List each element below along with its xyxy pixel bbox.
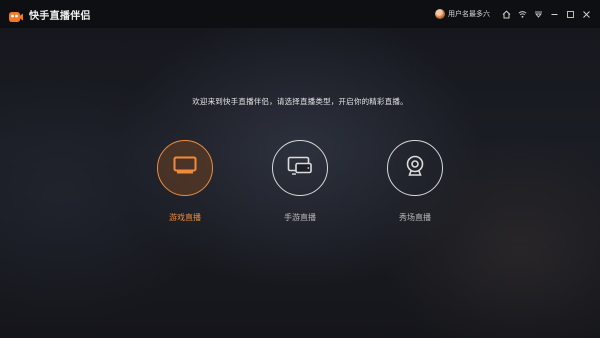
webcam-icon: [405, 155, 425, 181]
maximize-icon: [566, 10, 575, 19]
close-icon: [582, 10, 591, 19]
kuaishou-logo-icon: [8, 8, 24, 22]
option-show-live[interactable]: 秀场直播: [375, 140, 455, 223]
minimize-button[interactable]: [547, 7, 562, 22]
network-button[interactable]: [515, 7, 530, 22]
wifi-icon: [518, 10, 527, 19]
option-circle[interactable]: [272, 140, 328, 196]
option-circle[interactable]: [157, 140, 213, 196]
title-bar: 快手直播伴侣 用户名最多六: [0, 0, 600, 28]
mobile-screen-icon: [287, 156, 313, 180]
close-button[interactable]: [579, 7, 594, 22]
welcome-prompt: 欢迎来到快手直播伴侣，请选择直播类型，开启你的精彩直播。: [192, 97, 408, 106]
brand: 快手直播伴侣: [8, 7, 91, 22]
menu-dropdown-icon: [534, 10, 543, 19]
option-label: 手游直播: [284, 213, 316, 222]
avatar: [435, 9, 445, 19]
option-label: 秀场直播: [399, 213, 431, 222]
home-button[interactable]: [499, 7, 514, 22]
monitor-icon: [173, 156, 197, 180]
maximize-button[interactable]: [563, 7, 578, 22]
app-window: 快手直播伴侣 用户名最多六 欢迎来到快手直播伴侣，请选择直播类型，开启你的精彩直…: [0, 0, 600, 338]
app-title: 快手直播伴侣: [29, 10, 91, 22]
titlebar-controls: 用户名最多六: [435, 0, 594, 28]
option-mobile-game-live[interactable]: 手游直播: [260, 140, 340, 223]
option-circle[interactable]: [387, 140, 443, 196]
home-icon: [502, 10, 511, 19]
menu-dropdown-button[interactable]: [531, 7, 546, 22]
username: 用户名最多六: [448, 10, 490, 18]
user-account[interactable]: 用户名最多六: [435, 9, 490, 19]
minimize-icon: [550, 10, 559, 19]
option-game-live[interactable]: 游戏直播: [145, 140, 225, 223]
option-label: 游戏直播: [169, 213, 201, 222]
